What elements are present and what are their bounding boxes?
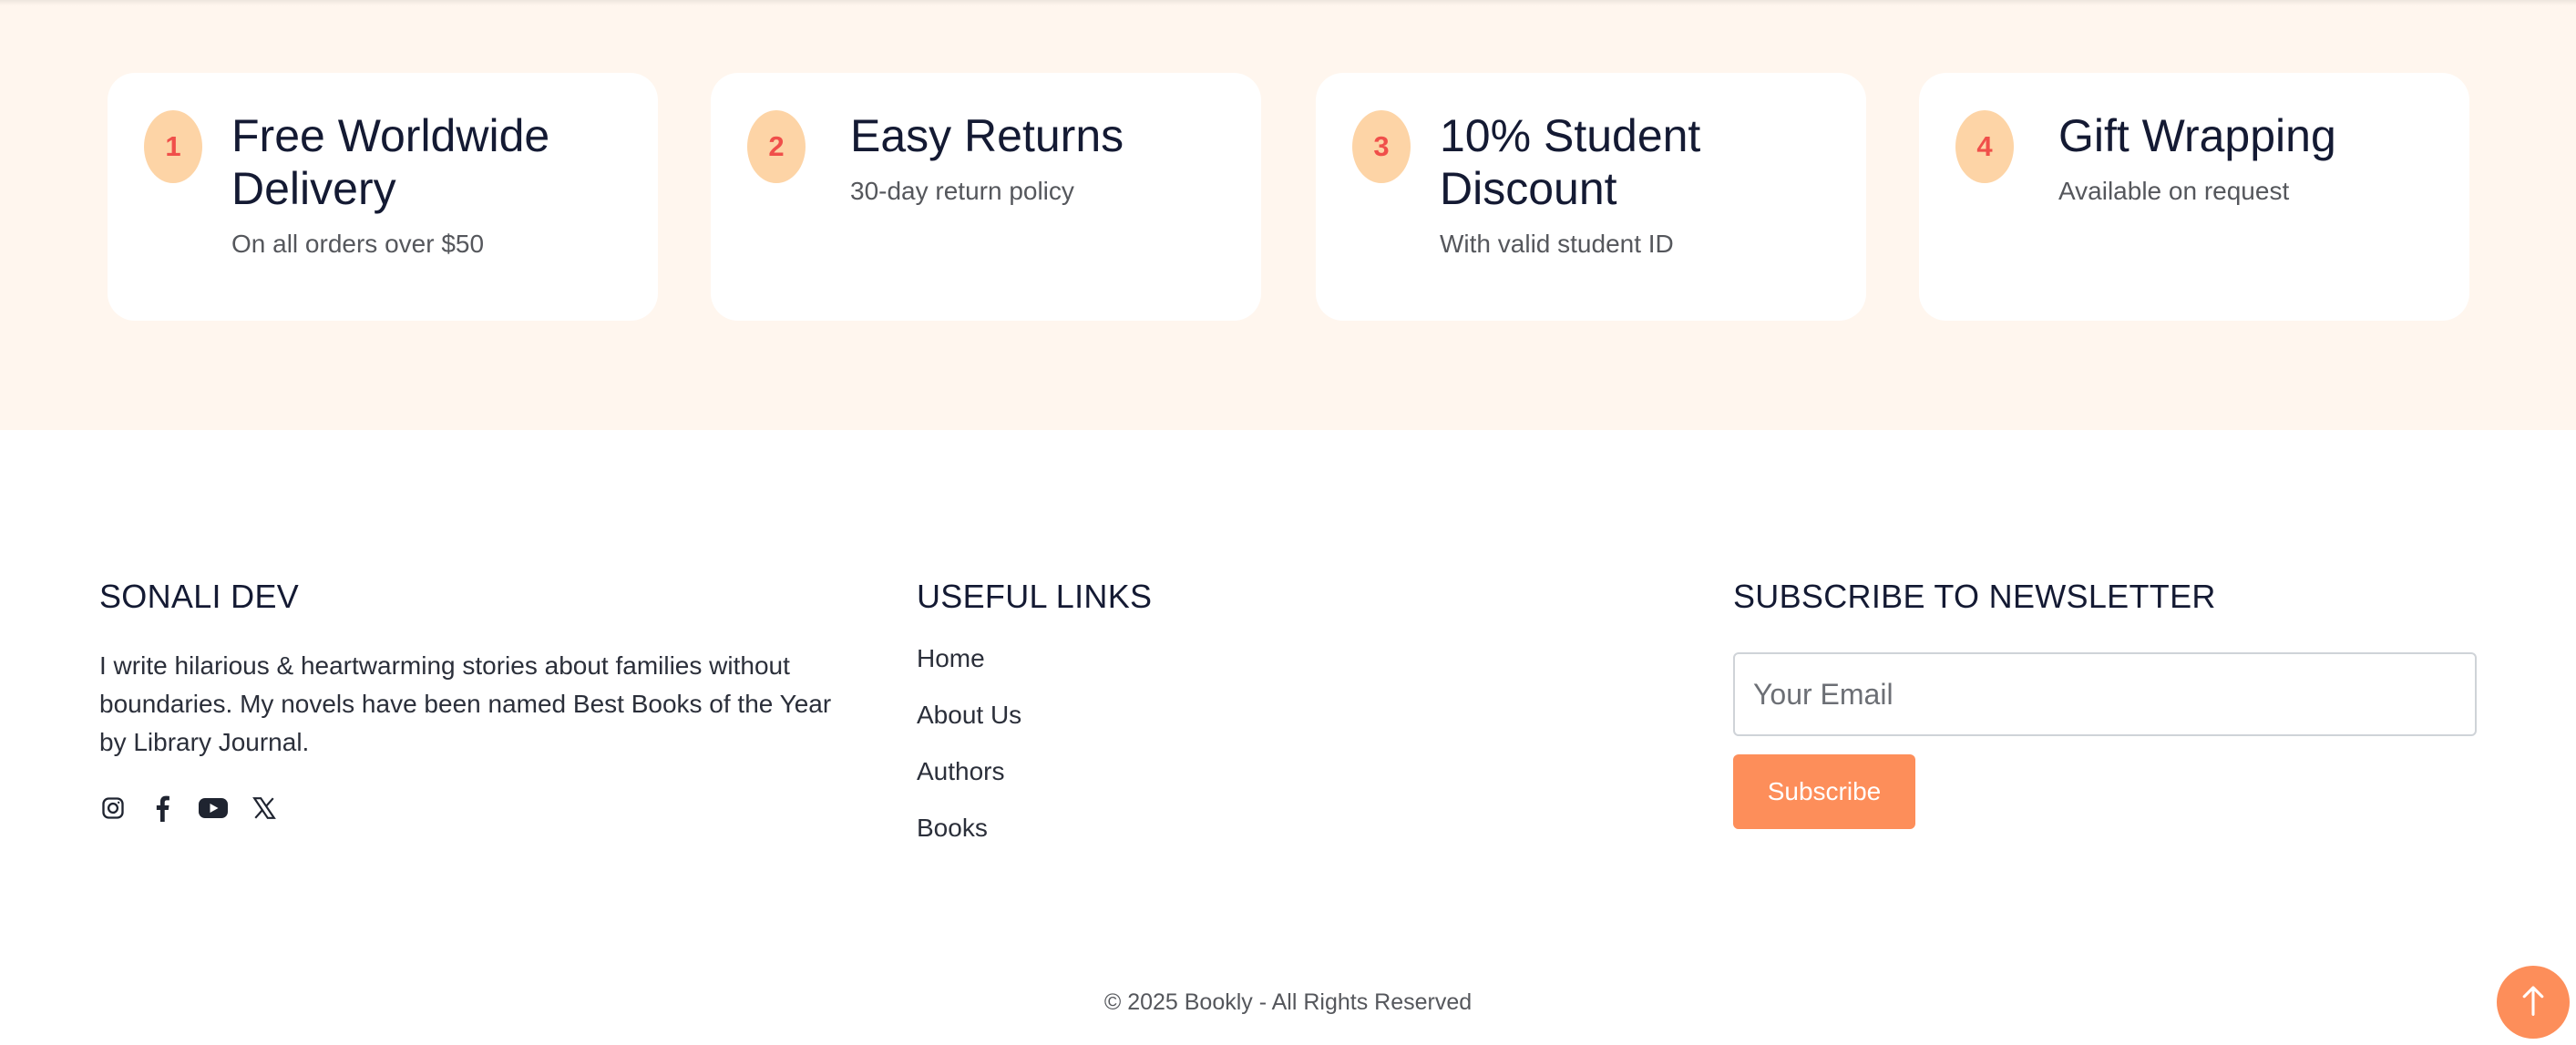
feature-subtitle: On all orders over $50 (231, 230, 485, 258)
feature-card-delivery: 1 Free Worldwide Delivery On all orders … (108, 73, 658, 321)
feature-number-badge: 4 (1955, 110, 2014, 183)
x-icon[interactable] (251, 794, 278, 822)
feature-title: Gift Wrapping (2058, 110, 2336, 161)
footer-newsletter-column: SUBSCRIBE TO NEWSLETTER Subscribe (1733, 576, 2477, 829)
email-input[interactable] (1733, 652, 2477, 736)
footer-about-column: SONALI DEV I write hilarious & heartwarm… (99, 576, 847, 822)
about-heading: SONALI DEV (99, 578, 300, 615)
feature-card-returns: 2 Easy Returns 30-day return policy (711, 73, 1261, 321)
feature-title: 10% Student Discount (1440, 110, 1701, 214)
scroll-to-top-button[interactable] (2497, 966, 2570, 1039)
newsletter-heading: SUBSCRIBE TO NEWSLETTER (1733, 578, 2216, 615)
feature-card-gift-wrapping: 4 Gift Wrapping Available on request (1919, 73, 2469, 321)
arrow-up-icon (2520, 985, 2546, 1020)
link-home[interactable]: Home (917, 643, 1152, 674)
feature-subtitle: 30-day return policy (850, 177, 1074, 205)
instagram-icon[interactable] (99, 794, 127, 822)
links-heading: USEFUL LINKS (917, 578, 1153, 615)
feature-title: Free Worldwide Delivery (231, 110, 550, 214)
features-section: 1 Free Worldwide Delivery On all orders … (0, 0, 2576, 430)
feature-number-badge: 1 (144, 110, 202, 183)
facebook-icon[interactable] (149, 794, 176, 822)
useful-links-list: Home About Us Authors Books (917, 643, 1152, 844)
link-about-us[interactable]: About Us (917, 700, 1152, 731)
feature-number-badge: 3 (1352, 110, 1411, 183)
copyright-text: © 2025 Bookly - All Rights Reserved (1103, 989, 1473, 1015)
social-links (99, 794, 847, 822)
feature-subtitle: Available on request (2058, 177, 2290, 205)
feature-title: Easy Returns (850, 110, 1124, 161)
feature-card-student-discount: 3 10% Student Discount With valid studen… (1316, 73, 1866, 321)
feature-subtitle: With valid student ID (1440, 230, 1674, 258)
link-authors[interactable]: Authors (917, 756, 1152, 787)
subscribe-button[interactable]: Subscribe (1733, 754, 1915, 829)
link-books[interactable]: Books (917, 813, 1152, 844)
youtube-icon[interactable] (198, 794, 229, 822)
about-text: I write hilarious & heartwarming stories… (99, 651, 832, 756)
footer-links-column: USEFUL LINKS Home About Us Authors Books (917, 576, 1152, 869)
feature-number-badge: 2 (747, 110, 806, 183)
